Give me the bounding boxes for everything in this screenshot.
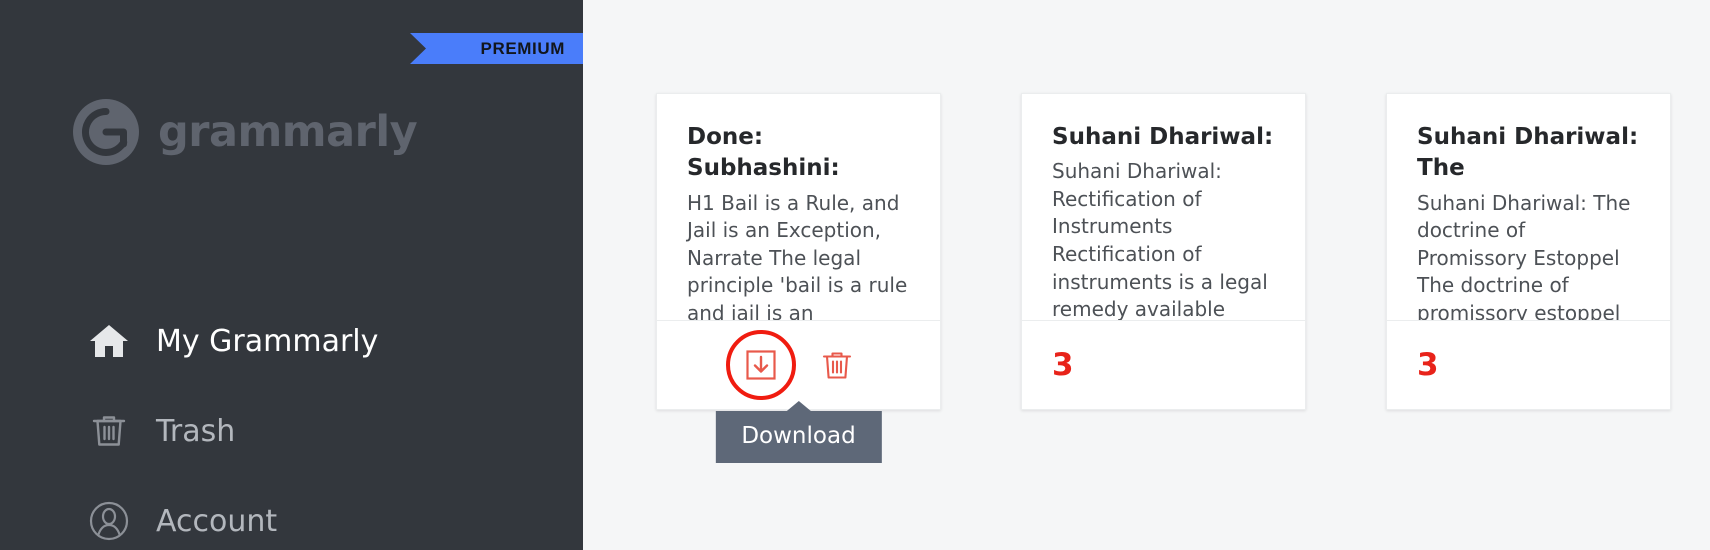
- document-card-body: Suhani Dhariwal: Suhani Dhariwal: Rectif…: [1022, 94, 1305, 320]
- document-card-count: 3: [1052, 346, 1074, 383]
- document-card-footer: 3: [1387, 320, 1670, 408]
- document-card[interactable]: Suhani Dhariwal: The Suhani Dhariwal: Th…: [1386, 93, 1671, 410]
- document-card[interactable]: Suhani Dhariwal: Suhani Dhariwal: Rectif…: [1021, 93, 1306, 410]
- document-card-footer: 3: [1022, 320, 1305, 408]
- main-content: Done: Subhashini: H1 Bail is a Rule, and…: [583, 0, 1710, 550]
- sidebar: PREMIUM grammarly My Grammarly Trash Acc…: [0, 0, 583, 550]
- download-tooltip: Download: [715, 411, 882, 463]
- sidebar-item-my-grammarly[interactable]: My Grammarly: [88, 315, 508, 367]
- sidebar-item-trash[interactable]: Trash: [88, 405, 508, 457]
- sidebar-nav: My Grammarly Trash Account: [88, 315, 508, 550]
- trash-icon: [822, 352, 851, 379]
- document-card-excerpt: Suhani Dhariwal: The doctrine of Promiss…: [1417, 190, 1631, 320]
- premium-badge-label: PREMIUM: [480, 38, 565, 58]
- brand-logo[interactable]: grammarly: [72, 98, 418, 166]
- brand-wordmark: grammarly: [158, 106, 418, 157]
- sidebar-item-label: My Grammarly: [156, 323, 379, 359]
- document-card-title: Suhani Dhariwal: The: [1417, 124, 1639, 182]
- account-icon: [88, 500, 130, 542]
- document-card-body: Done: Subhashini: H1 Bail is a Rule, and…: [657, 94, 940, 320]
- premium-badge[interactable]: PREMIUM: [410, 33, 583, 64]
- delete-button[interactable]: [820, 348, 854, 382]
- document-card-title: Done: Subhashini:: [687, 124, 840, 182]
- download-button[interactable]: [725, 330, 796, 400]
- app-root: PREMIUM grammarly My Grammarly Trash Acc…: [0, 0, 1710, 550]
- document-card-excerpt: Suhani Dhariwal: Rectification of Instru…: [1052, 159, 1268, 320]
- document-card-count: 3: [1417, 346, 1439, 383]
- download-icon: [745, 350, 776, 380]
- home-icon: [88, 320, 130, 362]
- sidebar-item-label: Account: [156, 503, 278, 539]
- trash-icon: [88, 410, 130, 452]
- document-card-body: Suhani Dhariwal: The Suhani Dhariwal: Th…: [1387, 94, 1670, 320]
- sidebar-item-account[interactable]: Account: [88, 495, 508, 547]
- document-card[interactable]: Done: Subhashini: H1 Bail is a Rule, and…: [656, 93, 941, 463]
- sidebar-item-label: Trash: [156, 413, 236, 449]
- grammarly-logo-icon: [72, 98, 140, 166]
- document-card-title: Suhani Dhariwal:: [1052, 124, 1274, 150]
- document-card-list: Done: Subhashini: H1 Bail is a Rule, and…: [656, 93, 1671, 463]
- document-card-footer: Download: [657, 320, 940, 463]
- document-card-excerpt: H1 Bail is a Rule, and Jail is an Except…: [687, 190, 908, 320]
